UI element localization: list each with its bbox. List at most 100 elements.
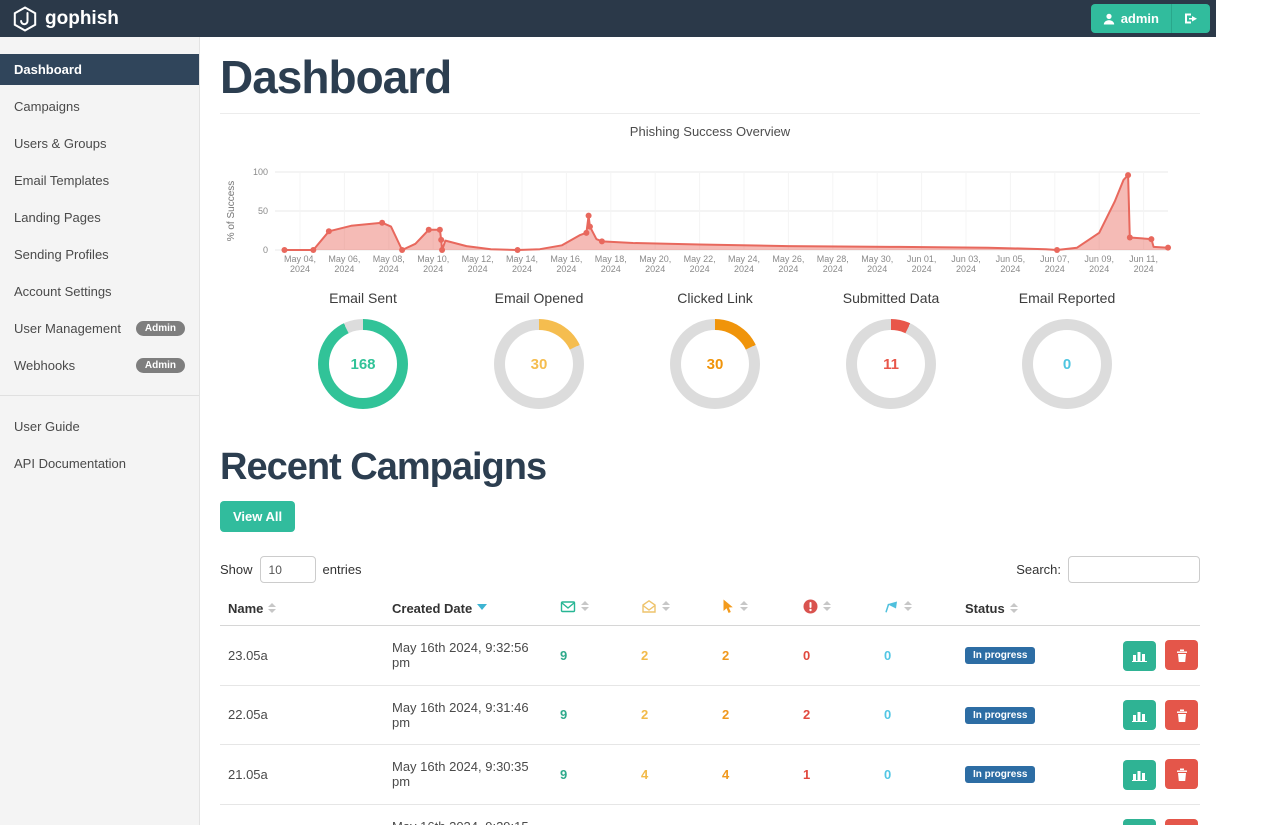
sidebar-footer-nav: User Guide API Documentation xyxy=(0,411,199,479)
campaign-created-date: May 16th 2024, 9:32:56 pm xyxy=(384,626,552,686)
column-header-status[interactable]: Status xyxy=(957,593,1069,626)
bar-chart-icon xyxy=(1132,709,1147,722)
sidebar-item-webhooks[interactable]: Webhooks Admin xyxy=(0,350,199,381)
brand-link[interactable]: gophish xyxy=(12,6,119,32)
page-size-input[interactable] xyxy=(260,556,316,583)
campaign-delete-button[interactable] xyxy=(1165,640,1198,670)
entries-label: entries xyxy=(323,562,362,577)
brand-name: gophish xyxy=(45,8,119,30)
sidebar-item-user-guide[interactable]: User Guide xyxy=(0,411,199,442)
column-header-email-opened[interactable] xyxy=(633,593,714,626)
column-header-submitted-data[interactable] xyxy=(795,593,876,626)
svg-text:2024: 2024 xyxy=(334,264,354,274)
svg-text:50: 50 xyxy=(258,206,268,216)
campaign-clicked-count: 2 xyxy=(714,685,795,745)
svg-text:2024: 2024 xyxy=(912,264,932,274)
campaign-results-button[interactable] xyxy=(1123,760,1156,790)
svg-text:Jun 01,: Jun 01, xyxy=(907,254,937,264)
campaign-reported-count: 0 xyxy=(876,745,957,805)
sidebar-item-email-templates[interactable]: Email Templates xyxy=(0,165,199,196)
sidebar-item-account-settings[interactable]: Account Settings xyxy=(0,276,199,307)
sidebar-item-api-documentation[interactable]: API Documentation xyxy=(0,448,199,479)
stat-donut: 0 xyxy=(1022,319,1112,409)
svg-text:2024: 2024 xyxy=(778,264,798,274)
svg-text:May 14,: May 14, xyxy=(506,254,538,264)
campaign-created-date: May 16th 2024, 9:31:46 pm xyxy=(384,685,552,745)
column-header-name[interactable]: Name xyxy=(220,593,384,626)
envelope-icon xyxy=(560,599,576,614)
stat-value: 11 xyxy=(857,330,925,398)
sidebar-item-users-groups[interactable]: Users & Groups xyxy=(0,128,199,159)
svg-text:May 22,: May 22, xyxy=(684,254,716,264)
svg-text:May 18,: May 18, xyxy=(595,254,627,264)
stat-value: 0 xyxy=(1033,330,1101,398)
svg-text:May 06,: May 06, xyxy=(328,254,360,264)
svg-text:May 04,: May 04, xyxy=(284,254,316,264)
svg-text:2024: 2024 xyxy=(734,264,754,274)
admin-badge: Admin xyxy=(136,321,185,336)
stat-column: Email Reported 0 xyxy=(992,290,1142,409)
svg-text:Jun 05,: Jun 05, xyxy=(996,254,1026,264)
sidebar-item-campaigns[interactable]: Campaigns xyxy=(0,91,199,122)
campaign-reported-count: 0 xyxy=(876,626,957,686)
column-header-clicked-link[interactable] xyxy=(714,593,795,626)
gophish-logo-icon xyxy=(12,6,38,32)
column-header-email-sent[interactable] xyxy=(552,593,633,626)
svg-text:2024: 2024 xyxy=(823,264,843,274)
campaign-submitted-count: 1 xyxy=(795,745,876,805)
logout-button[interactable] xyxy=(1172,4,1210,33)
campaign-results-button[interactable] xyxy=(1123,819,1156,825)
sort-carets-icon xyxy=(662,601,670,611)
stat-donut: 30 xyxy=(670,319,760,409)
table-header-row: Name Created Date xyxy=(220,593,1200,626)
campaign-opened-count: 4 xyxy=(633,745,714,805)
user-icon xyxy=(1103,13,1115,25)
stat-label: Email Reported xyxy=(992,290,1142,306)
view-all-button[interactable]: View All xyxy=(220,501,295,532)
svg-text:2024: 2024 xyxy=(1134,264,1154,274)
campaign-name: 22.05a xyxy=(220,685,384,745)
exclamation-circle-icon xyxy=(803,599,818,614)
svg-text:2024: 2024 xyxy=(556,264,576,274)
campaign-delete-button[interactable] xyxy=(1165,759,1198,789)
bar-chart-icon xyxy=(1132,768,1147,781)
sidebar-item-landing-pages[interactable]: Landing Pages xyxy=(0,202,199,233)
campaign-clicked-count: 4 xyxy=(714,745,795,805)
sidebar-item-user-management[interactable]: User Management Admin xyxy=(0,313,199,344)
svg-text:2024: 2024 xyxy=(956,264,976,274)
svg-text:2024: 2024 xyxy=(468,264,488,274)
main-content: Dashboard Phishing Success Overview 0501… xyxy=(200,37,1216,825)
status-badge: In progress xyxy=(965,766,1035,783)
search-control: Search: xyxy=(1016,556,1200,583)
user-menu-button[interactable]: admin xyxy=(1091,4,1172,33)
campaign-reported-count: 0 xyxy=(876,804,957,825)
phishing-success-chart: 050100May 04,2024May 06,2024May 08,2024M… xyxy=(220,142,1180,274)
sidebar-item-dashboard[interactable]: Dashboard xyxy=(0,54,199,85)
column-header-email-reported[interactable] xyxy=(876,593,957,626)
campaign-opened-count: 2 xyxy=(633,685,714,745)
svg-text:2024: 2024 xyxy=(867,264,887,274)
svg-text:May 28,: May 28, xyxy=(817,254,849,264)
column-header-created-date[interactable]: Created Date xyxy=(384,593,552,626)
svg-text:May 20,: May 20, xyxy=(639,254,671,264)
svg-text:May 12,: May 12, xyxy=(462,254,494,264)
search-input[interactable] xyxy=(1068,556,1200,583)
svg-text:May 26,: May 26, xyxy=(772,254,804,264)
page-title: Dashboard xyxy=(220,51,1200,103)
svg-text:2024: 2024 xyxy=(1089,264,1109,274)
envelope-open-icon xyxy=(641,599,657,614)
svg-text:Jun 07,: Jun 07, xyxy=(1040,254,1070,264)
sort-descending-icon xyxy=(477,604,487,610)
campaign-row: 20.05a May 16th 2024, 9:29:15 pm 9 2 2 1… xyxy=(220,804,1200,825)
sign-out-icon xyxy=(1184,12,1198,25)
campaign-opened-count: 2 xyxy=(633,804,714,825)
campaign-delete-button[interactable] xyxy=(1165,700,1198,730)
campaign-results-button[interactable] xyxy=(1123,700,1156,730)
campaign-results-button[interactable] xyxy=(1123,641,1156,671)
campaign-delete-button[interactable] xyxy=(1165,819,1198,825)
trash-icon xyxy=(1176,767,1188,781)
svg-text:May 16,: May 16, xyxy=(550,254,582,264)
trash-icon xyxy=(1176,708,1188,722)
sidebar-item-sending-profiles[interactable]: Sending Profiles xyxy=(0,239,199,270)
svg-text:May 08,: May 08, xyxy=(373,254,405,264)
